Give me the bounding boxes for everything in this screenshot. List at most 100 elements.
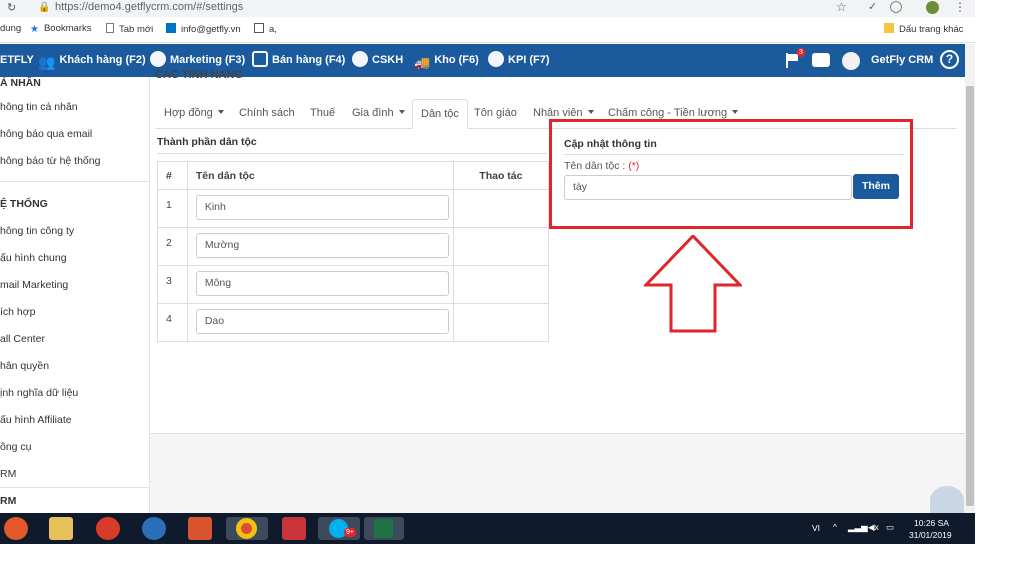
file-explorer-icon[interactable] [49,517,73,540]
settings-sidebar: Á NHÂN hông tin cá nhân hông báo qua ema… [0,77,150,513]
bookmark-item[interactable]: info@getfly.vn [166,23,241,35]
sidebar-item[interactable]: hông tin cá nhân [0,101,78,113]
tab-gia-dinh[interactable]: Gia đình [344,99,413,129]
app-icon[interactable] [96,517,120,540]
divider [157,153,547,154]
nav-kpi[interactable]: KPI (F7) [488,44,550,77]
row-name-cell: Dao [186,303,454,342]
bookmark-item[interactable]: a, [254,23,277,35]
flag-icon[interactable] [786,53,798,68]
ethnic-name-input[interactable]: Mường [195,233,449,258]
check-icon[interactable]: ✓ [868,0,877,13]
profile-avatar[interactable] [926,1,939,14]
ethnic-name-input[interactable]: Kinh [195,195,449,220]
table-row: 4 Dao [157,303,550,342]
avatar[interactable] [842,52,860,70]
bookmark-item[interactable]: ★ Bookmarks [30,23,91,35]
bookmark-label: info@getfly.vn [181,24,241,35]
tab-ton-giao[interactable]: Tôn giáo [466,99,525,129]
ethnic-name-field[interactable]: tày [564,175,852,200]
bookmark-folder[interactable]: Dấu trang khác [884,23,963,35]
sidebar-item[interactable]: ông cụ [0,441,32,453]
nav-khach-hang[interactable]: 👥 Khách hàng (F2) [38,44,146,77]
tab-chinh-sach[interactable]: Chính sách [231,99,303,129]
sidebar-item[interactable]: ịnh nghĩa dữ liệu [0,387,78,399]
nav-cskh[interactable]: CSKH [352,44,403,77]
gauge-icon [488,51,504,67]
signal-icon[interactable]: ▂▃▅ [848,522,868,533]
reload-icon[interactable]: ↻ [7,1,16,14]
bookmark-label: Tab mới [119,24,154,35]
tab-hop-dong[interactable]: Hợp đồng [156,99,232,129]
sidebar-item[interactable]: ấu hình Affiliate [0,414,72,426]
scrollbar-thumb[interactable] [966,86,974,506]
tab-label: Chấm công - Tiền lương [608,107,728,119]
add-button[interactable]: Thêm [853,174,899,199]
nav-label: CSKH [372,54,404,66]
excel-taskbar-item[interactable] [364,517,404,540]
teamviewer-icon[interactable] [142,517,166,540]
brand-logo[interactable]: ETFLY [0,44,34,77]
headset-icon [352,51,368,67]
column-header-name: Tên dân tộc [186,161,454,190]
taskbar: 9+ VI ^ ▂▃▅ ◀x ▭ 10:26 SA 31/01/2019 [0,513,975,544]
divider [564,154,904,155]
column-header-actions: Thao tác [452,161,550,190]
sidebar-item[interactable]: RM [0,468,16,480]
row-index: 2 [157,227,188,266]
page-title: CAC TINH NANG [155,69,243,81]
skype-taskbar-item[interactable]: 9+ [318,517,360,540]
bookmark-item[interactable]: Tab mới [106,23,153,35]
bookmark-item[interactable]: dung [0,23,21,34]
nav-label: Bán hàng (F4) [272,54,346,66]
required-mark: (*) [628,160,640,172]
nav-kho[interactable]: 🚚 Kho (F6) [414,44,479,77]
tab-dan-toc[interactable]: Dân tộc [412,99,468,129]
sidebar-item[interactable]: hông tin công ty [0,225,74,237]
user-name[interactable]: GetFly CRM [871,54,933,66]
field-label-text: Tên dân tộc : [564,160,626,172]
sidebar-item[interactable]: all Center [0,333,45,345]
media-player-icon[interactable] [188,517,212,540]
update-panel: Cập nhật thông tin Tên dân tộc : (*) tày… [549,119,913,229]
clock-date[interactable]: 31/01/2019 [909,530,952,540]
clock-time[interactable]: 10:26 SA [914,518,949,528]
annotation-arrow-icon [644,235,742,333]
skype-ext-icon[interactable] [890,1,902,13]
caret-down-icon [398,110,405,114]
chat-widget-icon[interactable] [930,486,964,514]
warehouse-icon: 🚚 [414,55,431,70]
chrome-icon [236,518,257,539]
sidebar-item[interactable]: hông báo từ hệ thống [0,155,100,167]
sidebar-item[interactable]: hân quyền [0,360,49,372]
chrome-taskbar-item[interactable] [226,517,268,540]
volume-icon[interactable]: ◀x [868,522,879,533]
tab-label: Nhân viên [533,107,583,119]
sidebar-item[interactable]: ấu hình chung [0,252,67,264]
chat-icon[interactable] [812,53,830,67]
url-text[interactable]: https://demo4.getflycrm.com/#/settings [55,1,243,13]
help-icon[interactable]: ? [940,50,959,69]
column-header-index: # [157,161,188,190]
page-scrollbar[interactable] [965,44,975,513]
ethnic-name-input[interactable]: Mông [195,271,449,296]
table-row: 1 Kinh [157,189,550,228]
sidebar-item[interactable]: ích hợp [0,306,36,318]
ethnic-name-input[interactable]: Dao [195,309,449,334]
nav-ban-hang[interactable]: Bán hàng (F4) [252,44,345,77]
row-index: 4 [157,303,188,342]
sidebar-item[interactable]: mail Marketing [0,279,68,291]
tab-thue[interactable]: Thuế [302,99,343,129]
chevron-up-icon[interactable]: ^ [833,522,837,532]
row-name-cell: Kinh [186,189,454,228]
sidebar-item[interactable]: hông báo qua email [0,128,92,140]
row-name-cell: Mông [186,265,454,304]
action-center-icon[interactable]: ▭ [886,522,894,533]
menu-icon[interactable]: ⋮ [954,0,966,14]
language-indicator[interactable]: VI [812,523,820,533]
bookmark-label: Dấu trang khác [899,24,964,35]
app-icon[interactable] [282,517,306,540]
star-icon[interactable]: ☆ [836,0,847,14]
firefox-icon[interactable] [4,517,28,540]
nav-label: Marketing (F3) [170,54,246,66]
